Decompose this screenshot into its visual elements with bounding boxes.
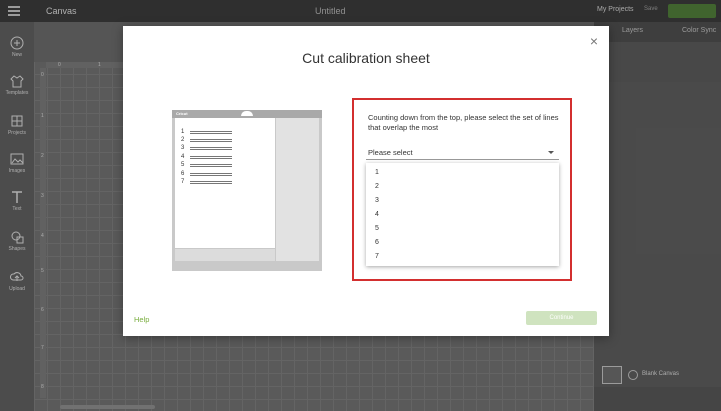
mat-line: 3 (181, 145, 241, 152)
close-icon[interactable]: × (588, 34, 600, 48)
mat-line: 2 (181, 137, 241, 144)
select-option[interactable]: 7 (366, 250, 559, 264)
select-dropdown: 1 2 3 4 5 6 7 (366, 163, 559, 266)
mat-bottom-area (175, 249, 275, 261)
mat-line: 7 (181, 179, 241, 186)
mat-header: Cricut (172, 110, 322, 118)
instruction-text: Counting down from the top, please selec… (368, 113, 559, 132)
select-option[interactable]: 5 (366, 222, 559, 236)
mat-brand: Cricut (176, 111, 188, 116)
mat-line: 6 (181, 171, 241, 178)
mat-line: 4 (181, 154, 241, 161)
mat-side-area (276, 118, 319, 261)
help-link[interactable]: Help (134, 315, 149, 324)
select-option[interactable]: 3 (366, 194, 559, 208)
dialog-title: Cut calibration sheet (302, 50, 430, 66)
continue-button[interactable]: Continue (526, 311, 597, 325)
mat-notch (241, 111, 253, 116)
select-option[interactable]: 4 (366, 208, 559, 222)
cutting-mat-illustration: Cricut 1 2 3 4 5 6 7 (172, 110, 322, 271)
mat-line: 5 (181, 162, 241, 169)
select-option[interactable]: 6 (366, 236, 559, 250)
mat-line: 1 (181, 129, 241, 136)
select-value: Please select (368, 148, 413, 157)
chevron-down-icon (548, 151, 554, 154)
select-option[interactable]: 2 (366, 180, 559, 194)
calibration-dialog: Cut calibration sheet × Cricut 1 2 3 4 5… (123, 26, 609, 336)
line-select[interactable]: Please select (366, 144, 559, 160)
select-option[interactable]: 1 (366, 166, 559, 180)
